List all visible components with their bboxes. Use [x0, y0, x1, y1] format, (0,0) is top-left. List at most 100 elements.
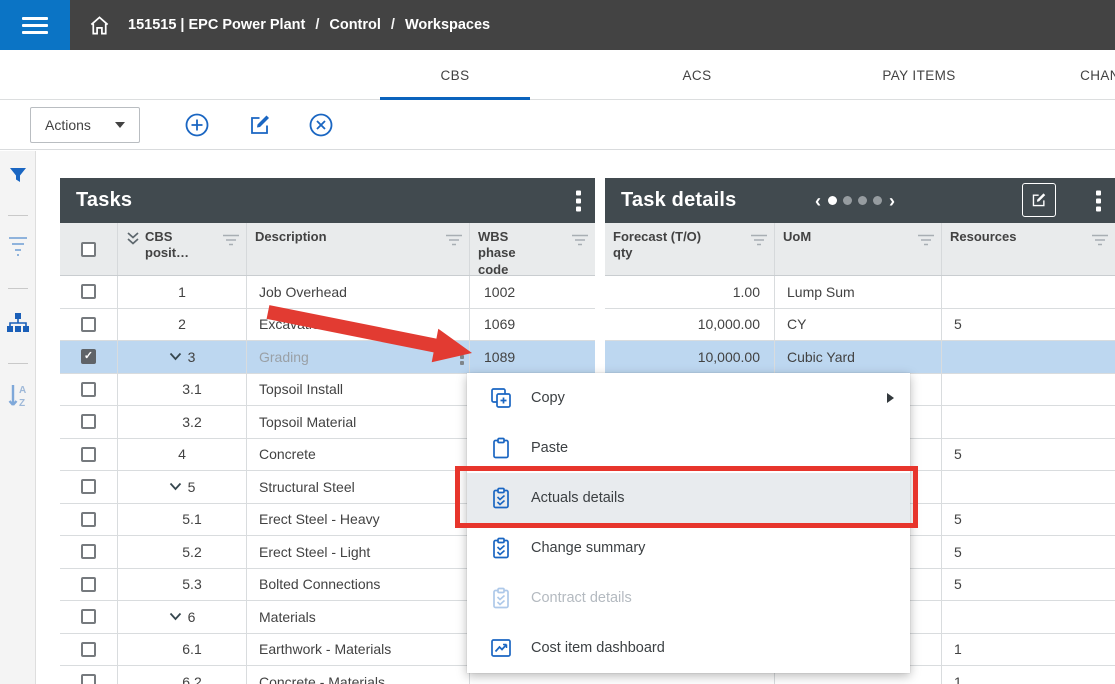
row-checkbox[interactable] — [81, 317, 96, 332]
column-header-forecast-qty[interactable]: Forecast (T/O) qty — [605, 223, 775, 275]
breadcrumb-page[interactable]: Workspaces — [405, 17, 490, 33]
column-header-cbs-position[interactable]: CBS posit… — [118, 223, 247, 275]
chevron-down-icon[interactable] — [169, 612, 182, 621]
chevron-down-icon[interactable] — [169, 482, 182, 491]
table-row[interactable]: 2Excavation1069 — [60, 309, 595, 342]
column-header-resources[interactable]: Resources — [942, 223, 1115, 275]
actions-dropdown-button[interactable]: Actions — [30, 107, 140, 143]
uom-cell: CY — [775, 309, 942, 341]
uom-value: CY — [787, 316, 806, 332]
row-checkbox[interactable] — [81, 284, 96, 299]
table-row[interactable]: 1.00Lump Sum — [605, 276, 1115, 309]
resources-cell: 5 — [942, 309, 1115, 341]
description-cell: Excavation — [247, 309, 470, 341]
page-dot[interactable] — [858, 196, 867, 205]
filter-icon[interactable] — [1091, 233, 1109, 247]
menu-item-change-summary[interactable]: Change summary — [467, 523, 910, 573]
edit-icon[interactable] — [247, 112, 273, 138]
row-checkbox[interactable]: ✓ — [81, 349, 96, 364]
row-checkbox[interactable] — [81, 512, 96, 527]
sort-az-icon[interactable]: A Z — [6, 383, 30, 411]
row-checkbox[interactable] — [81, 609, 96, 624]
menu-item-copy[interactable]: Copy — [467, 373, 910, 423]
divider — [8, 215, 28, 216]
column-header-description[interactable]: Description — [247, 223, 470, 275]
tab-chan[interactable]: CHAN — [1025, 50, 1115, 100]
row-kebab-icon[interactable] — [460, 349, 464, 365]
column-header-wbs-phase-code[interactable]: WBS phase code — [470, 223, 595, 275]
table-row[interactable]: 10,000.00Cubic Yard — [605, 341, 1115, 374]
wbs-phase-code-value: 1089 — [484, 349, 515, 365]
filter-icon[interactable] — [222, 233, 240, 247]
menu-item-cost-item-dashboard[interactable]: Cost item dashboard — [467, 623, 910, 673]
row-checkbox[interactable] — [81, 642, 96, 657]
edit-details-button[interactable] — [1022, 183, 1056, 217]
cbs-position-value: 1 — [178, 284, 186, 300]
description-cell: Bolted Connections — [247, 569, 470, 601]
checkbox-cell — [60, 504, 118, 536]
description-cell: Materials — [247, 601, 470, 633]
row-checkbox[interactable] — [81, 479, 96, 494]
menu-item-actuals-details[interactable]: Actuals details — [467, 473, 910, 523]
checkbox-cell — [60, 666, 118, 684]
tab-acs[interactable]: ACS — [622, 50, 772, 100]
filter-icon[interactable] — [571, 233, 589, 247]
checkbox-cell — [60, 601, 118, 633]
filter-lines-icon[interactable] — [7, 233, 29, 257]
breadcrumb-project[interactable]: 151515 | EPC Power Plant — [128, 17, 305, 33]
table-row[interactable]: 10,000.00CY5 — [605, 309, 1115, 342]
filter-icon[interactable] — [750, 233, 768, 247]
column-header-uom[interactable]: UoM — [775, 223, 942, 275]
filter-icon[interactable] — [445, 233, 463, 247]
page-dot[interactable] — [843, 196, 852, 205]
table-row[interactable]: 1Job Overhead1002 — [60, 276, 595, 309]
dashboard-chart-icon — [489, 636, 513, 660]
tab-label: CBS — [441, 68, 470, 83]
cbs-position-cell: 3.2 — [118, 406, 247, 438]
description-cell: Concrete — [247, 439, 470, 471]
row-checkbox[interactable] — [81, 674, 96, 684]
kebab-menu-icon[interactable] — [1096, 190, 1101, 211]
uom-value: Cubic Yard — [787, 349, 855, 365]
menu-item-paste[interactable]: Paste — [467, 423, 910, 473]
filter-funnel-icon[interactable] — [8, 165, 28, 185]
cbs-position-value: 5.2 — [182, 544, 201, 560]
cbs-position-cell: 1 — [118, 276, 247, 308]
resources-cell — [942, 471, 1115, 503]
resources-cell: 5 — [942, 569, 1115, 601]
row-checkbox[interactable] — [81, 414, 96, 429]
row-checkbox[interactable] — [81, 544, 96, 559]
cancel-circle-icon[interactable] — [308, 112, 334, 138]
description-value: Structural Steel — [259, 479, 355, 495]
collapse-all-icon[interactable] — [126, 231, 140, 247]
page-prev-icon[interactable]: ‹ — [815, 192, 821, 210]
row-checkbox[interactable] — [81, 447, 96, 462]
select-all-checkbox[interactable] — [81, 242, 96, 257]
filter-icon[interactable] — [917, 233, 935, 247]
tab-pay-items[interactable]: PAY ITEMS — [844, 50, 994, 100]
row-checkbox[interactable] — [81, 577, 96, 592]
resources-value: 1 — [954, 641, 962, 657]
kebab-menu-icon[interactable] — [576, 190, 581, 211]
home-icon[interactable] — [70, 0, 128, 50]
row-checkbox[interactable] — [81, 382, 96, 397]
page-next-icon[interactable]: › — [889, 192, 895, 210]
hamburger-menu-icon[interactable] — [0, 0, 70, 50]
tab-cbs[interactable]: CBS — [380, 50, 530, 100]
resources-cell: 5 — [942, 439, 1115, 471]
page-dot[interactable] — [828, 196, 837, 205]
cbs-position-value: 5.1 — [182, 511, 201, 527]
chevron-down-icon[interactable] — [169, 352, 182, 361]
table-row[interactable]: ✓3Grading1089 — [60, 341, 595, 374]
tab-label: CHAN — [1080, 68, 1115, 83]
resources-cell — [942, 341, 1115, 373]
breadcrumb-section[interactable]: Control — [329, 17, 381, 33]
add-circle-icon[interactable] — [184, 112, 210, 138]
wbs-phase-code-cell: 1002 — [470, 276, 595, 308]
description-value: Erect Steel - Light — [259, 544, 370, 560]
cbs-position-value: 5 — [188, 479, 196, 495]
page-dot[interactable] — [873, 196, 882, 205]
hierarchy-icon[interactable] — [6, 311, 30, 335]
resources-cell — [942, 374, 1115, 406]
description-value: Topsoil Material — [259, 414, 356, 430]
